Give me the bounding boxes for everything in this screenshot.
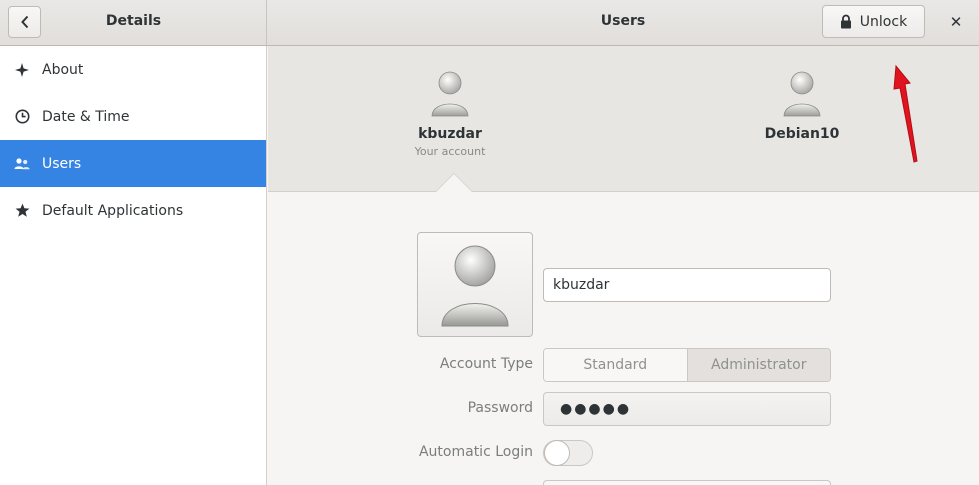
sidebar-item-label: Users: [42, 155, 82, 172]
sidebar-item-label: About: [42, 61, 84, 78]
header-bar: Details Users Unlock ✕: [0, 0, 979, 46]
auto-login-switch[interactable]: [543, 440, 593, 466]
password-label: Password: [467, 400, 533, 416]
sidebar-item-label: Default Applications: [42, 202, 184, 219]
annotation-arrow-icon: [893, 64, 918, 163]
avatar-icon: [441, 245, 509, 326]
close-button[interactable]: ✕: [942, 8, 970, 36]
avatar-icon: [783, 71, 821, 117]
sidebar-item-default-applications[interactable]: Default Applications: [0, 187, 266, 234]
sidebar-item-about[interactable]: About: [0, 46, 266, 93]
user-name: Debian10: [764, 126, 840, 142]
users-icon: [14, 156, 30, 172]
avatar-button[interactable]: [417, 232, 533, 337]
clock-icon: [14, 109, 30, 125]
user-name: kbuzdar: [418, 126, 482, 142]
sidebar-item-users[interactable]: Users: [0, 140, 266, 187]
lock-icon: [840, 14, 851, 29]
carousel-pointer: [436, 174, 472, 192]
sidebar: About Date & Time Users Default Applicat…: [0, 46, 267, 485]
star-sparkle-icon: [14, 62, 30, 78]
unlock-label: Unlock: [859, 13, 908, 30]
sidebar-item-date-time[interactable]: Date & Time: [0, 93, 266, 140]
account-type-selector: Standard Administrator: [543, 348, 831, 382]
auto-login-label: Automatic Login: [418, 444, 533, 460]
user-subtitle: Your account: [414, 145, 486, 158]
switch-knob: [544, 440, 570, 466]
unlock-button[interactable]: Unlock: [822, 5, 925, 38]
account-type-standard[interactable]: Standard: [544, 349, 687, 381]
sidebar-header: Details: [0, 0, 267, 45]
avatar-icon: [431, 71, 469, 117]
next-field: [543, 480, 831, 485]
user-card-debian10[interactable]: Debian10: [732, 70, 872, 142]
account-type-label: Account Type: [439, 356, 533, 372]
close-icon: ✕: [949, 13, 963, 31]
username-input[interactable]: kbuzdar: [543, 268, 831, 302]
password-button[interactable]: ●●●●●: [543, 392, 831, 426]
user-card-kbuzdar[interactable]: kbuzdar Your account: [380, 70, 520, 158]
account-type-administrator[interactable]: Administrator: [686, 349, 830, 381]
star-icon: [14, 203, 30, 219]
sidebar-item-label: Date & Time: [42, 108, 130, 125]
sidebar-title: Details: [105, 13, 162, 29]
